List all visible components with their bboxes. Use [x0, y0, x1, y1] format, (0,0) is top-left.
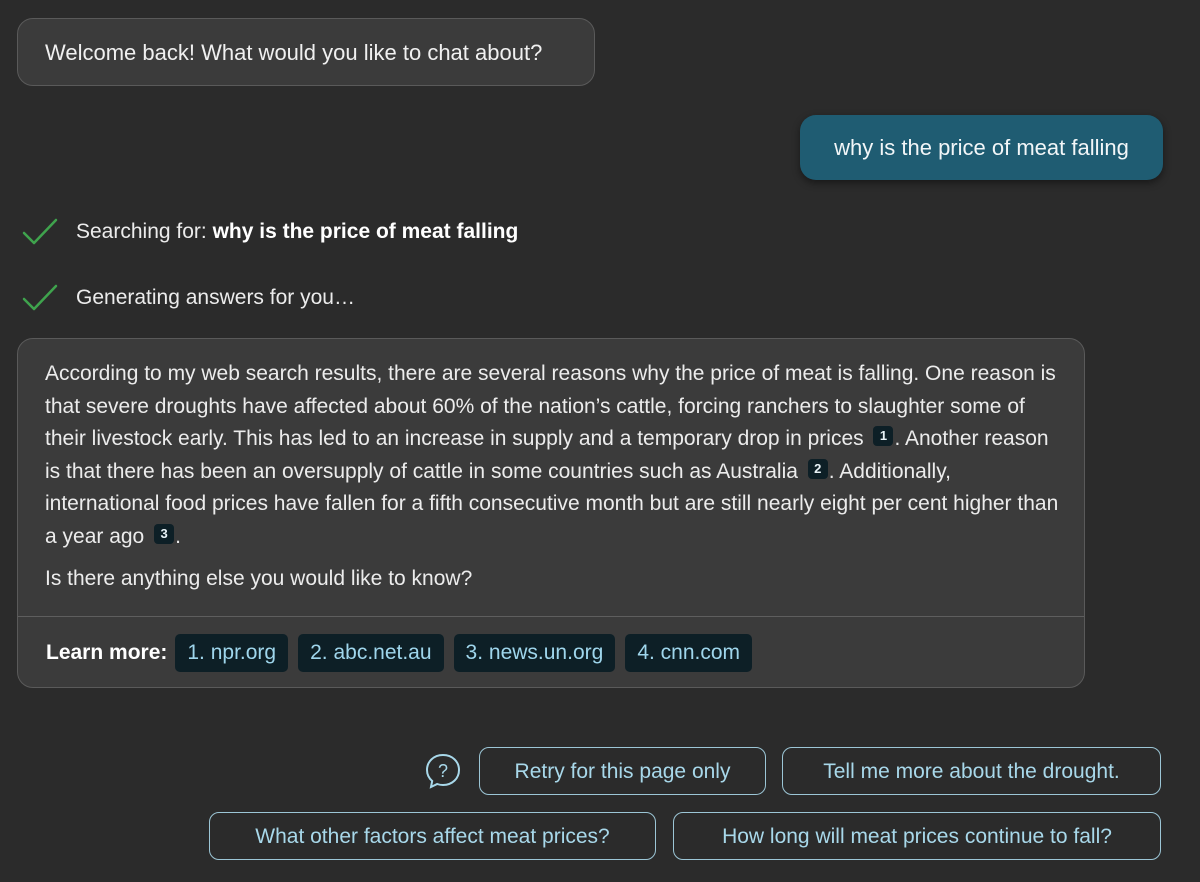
source-link-cnn[interactable]: 4. cnn.com [625, 634, 753, 672]
learn-more-bar: Learn more: 1. npr.org 2. abc.net.au 3. … [46, 634, 762, 672]
answer-text: According to my web search results, ther… [45, 358, 1060, 553]
welcome-message: Welcome back! What would you like to cha… [17, 18, 595, 86]
citation-badge-1[interactable]: 1 [873, 426, 894, 446]
divider [18, 616, 1084, 617]
status-searching-prefix: Searching for: [76, 220, 213, 243]
check-icon [22, 218, 58, 245]
status-searching-query: why is the price of meat falling [212, 220, 519, 243]
retry-page-button[interactable]: Retry for this page only [479, 747, 766, 795]
answer-card: According to my web search results, ther… [17, 338, 1085, 688]
citation-badge-3[interactable]: 3 [154, 523, 175, 544]
status-searching: Searching for: why is the price of meat … [22, 215, 518, 249]
citation-badge-2[interactable]: 2 [807, 458, 828, 479]
chat-page: Welcome back! What would you like to cha… [0, 0, 1200, 882]
answer-segment: . [175, 524, 181, 548]
svg-text:?: ? [438, 761, 448, 781]
followup-question: Is there anything else you would like to… [45, 567, 473, 590]
help-question-icon[interactable]: ? [424, 752, 462, 790]
source-link-abc[interactable]: 2. abc.net.au [298, 634, 444, 672]
suggestion-drought-button[interactable]: Tell me more about the drought. [782, 747, 1161, 795]
user-message: why is the price of meat falling [800, 115, 1163, 180]
status-generating-text: Generating answers for you… [76, 286, 355, 309]
suggestion-factors-button[interactable]: What other factors affect meat prices? [209, 812, 656, 860]
user-message-text: why is the price of meat falling [834, 135, 1129, 160]
suggestion-how-long-button[interactable]: How long will meat prices continue to fa… [673, 812, 1161, 860]
check-icon [22, 284, 58, 311]
welcome-text: Welcome back! What would you like to cha… [45, 40, 543, 65]
source-link-un[interactable]: 3. news.un.org [453, 634, 616, 672]
source-link-npr[interactable]: 1. npr.org [175, 634, 289, 672]
learn-more-label: Learn more: [46, 641, 168, 664]
status-generating: Generating answers for you… [22, 281, 355, 315]
